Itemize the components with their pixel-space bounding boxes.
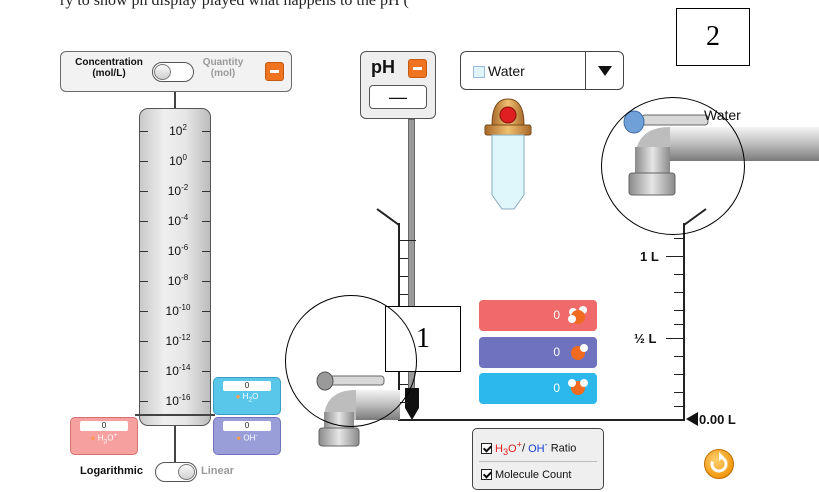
h2o-value: 0: [223, 381, 271, 391]
scale-label: 10-10: [165, 303, 191, 318]
solution-swatch: [473, 66, 485, 78]
toggle-knob: [178, 464, 195, 480]
scale-label: 10-12: [165, 333, 191, 348]
h3o-molecule-icon: [568, 306, 587, 324]
h3o-count-bar: 0: [479, 300, 597, 331]
quantity-label: Quantity (mol): [202, 57, 244, 79]
beaker-mark-1l: 1 L: [640, 249, 659, 264]
h2o-value-box: 0 ● H2O: [213, 377, 281, 415]
h2o-molecule-icon: [571, 344, 588, 360]
ph-meter-head[interactable]: pH —: [360, 51, 436, 119]
highlight-circle-faucet: [601, 97, 745, 235]
solution-selected: Water: [488, 63, 525, 79]
log-scale-graph: 102 100 10-2 10-4 10-6 10-8 10-10 10-12 …: [139, 108, 211, 426]
callout-1-label: 1: [416, 323, 430, 354]
volume-readout: 0.00 L: [699, 412, 736, 427]
h3o-label: ● H3O+: [90, 432, 118, 446]
dropper-icon[interactable]: [480, 97, 536, 215]
h2o-count-bar: 0: [479, 337, 597, 368]
oh-count-bar: 0: [479, 373, 597, 404]
beaker-mark-half: ½ L: [634, 331, 657, 346]
oh-value-box: 0 ● OH-: [213, 417, 281, 455]
molecule-count-checkbox[interactable]: Molecule Count: [481, 469, 571, 481]
logarithmic-label: Logarithmic: [80, 465, 143, 477]
document-text-top: ry to show ph display played what happen…: [60, 0, 409, 9]
ph-value-display: —: [369, 85, 427, 109]
scale-label: 10-8: [167, 273, 189, 288]
ph-title: pH: [371, 57, 395, 77]
h3o-value: 0: [80, 421, 128, 431]
callout-2-label: 2: [706, 21, 720, 52]
checkbox-checked-icon[interactable]: [481, 469, 492, 480]
ratio-checkbox[interactable]: H3O+/ OH- Ratio: [481, 439, 576, 457]
h3o-value-box: 0 ● H3O+: [70, 417, 138, 455]
collapse-minus-button[interactable]: [265, 62, 284, 81]
display-options-panel: H3O+/ OH- Ratio Molecule Count: [472, 428, 604, 490]
beaker-left-lip: [376, 208, 400, 226]
reset-button[interactable]: [704, 449, 734, 479]
solution-dropdown[interactable]: Water: [460, 51, 624, 90]
concentration-quantity-toggle[interactable]: [152, 62, 194, 82]
chevron-down-icon[interactable]: [597, 65, 613, 77]
scale-label: 102: [169, 123, 187, 138]
graph-baseline: [135, 414, 215, 416]
oh-value: 0: [223, 421, 271, 431]
volume-arrow-icon: [686, 412, 698, 426]
oh-label: ● OH-: [236, 432, 258, 443]
scale-label: 10-6: [167, 243, 189, 258]
reset-icon: [710, 452, 728, 473]
concentration-label: Concentration (mol/L): [75, 57, 143, 79]
scale-label: 10-4: [167, 213, 189, 228]
beaker-bottom: [398, 419, 685, 421]
callout-2: 2: [676, 8, 750, 66]
h2o-label: ● H2O: [235, 392, 259, 404]
ph-collapse-button[interactable]: [408, 59, 427, 78]
checkbox-checked-icon[interactable]: [481, 442, 492, 454]
log-linear-toggle[interactable]: [155, 462, 197, 482]
scale-label: 10-16: [165, 393, 191, 408]
highlight-circle-drain: [285, 295, 417, 427]
scale-label: 100: [169, 153, 187, 168]
linear-label: Linear: [201, 465, 235, 477]
toggle-knob: [154, 64, 171, 80]
scale-label: 10-2: [167, 183, 189, 198]
concentration-quantity-panel: Concentration (mol/L) Quantity (mol): [60, 51, 292, 92]
scale-label: 10-14: [165, 363, 191, 378]
oh-molecule-icon: [568, 379, 588, 395]
